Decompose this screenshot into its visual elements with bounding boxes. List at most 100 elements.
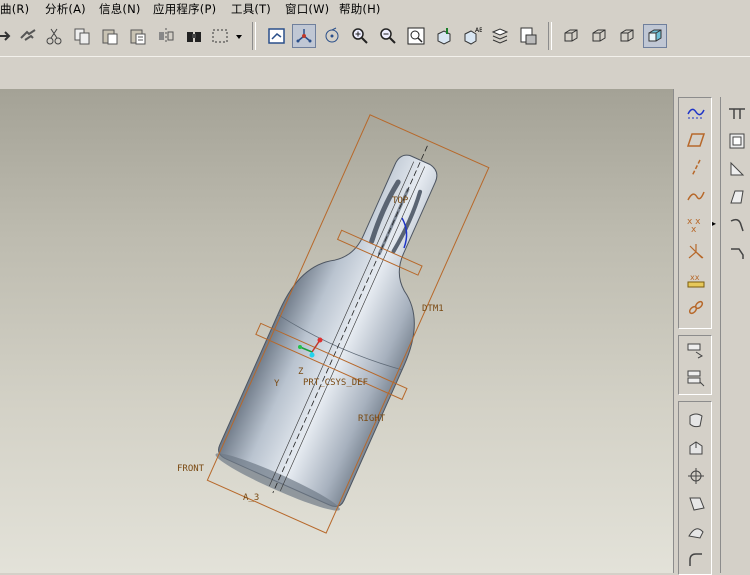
draft-button[interactable] (725, 185, 749, 209)
thicken-button[interactable] (683, 464, 709, 488)
datum-label-top[interactable]: TOP (392, 196, 409, 206)
chain-icon (688, 300, 704, 315)
saved-views-button[interactable]: AB (460, 24, 484, 48)
menu-help[interactable]: 帮助(H) (339, 1, 381, 17)
datum-label-right[interactable]: RIGHT (358, 414, 386, 424)
hole-icon (729, 108, 745, 119)
mirror-button[interactable] (154, 24, 178, 48)
side-feature-toolbar (720, 97, 750, 573)
mirror-tool-button[interactable] (683, 338, 709, 362)
regenerate-icon (20, 29, 36, 41)
solidify-button[interactable] (683, 492, 709, 516)
no-hidden-button[interactable] (615, 24, 639, 48)
flyout-arrow[interactable]: ▸ (712, 219, 716, 228)
paste-special-icon (130, 29, 146, 45)
svg-text:x: x (691, 225, 697, 234)
regenerate-button[interactable] (16, 24, 40, 48)
round-edge-button[interactable] (725, 213, 749, 237)
selection-box-button[interactable] (208, 24, 232, 48)
model-view[interactable]: TOP DTM1 PRT_CSYS_DEF RIGHT FRONT A_3 Y … (0, 89, 673, 573)
orient-mode-icon (325, 27, 339, 43)
offset-button[interactable] (683, 436, 709, 460)
svg-text:xx: xx (690, 273, 700, 282)
menu-tools[interactable]: 工具(T) (231, 1, 271, 17)
spin-center-icon (296, 29, 312, 43)
menu-analysis[interactable]: 分析(A) (45, 1, 86, 17)
find-button[interactable] (182, 24, 206, 48)
feature-toolbar: x xx xx ▸ (673, 89, 750, 575)
toolbar-separator (548, 22, 552, 50)
feature-ops-toolbar (678, 401, 712, 575)
sketch-tool-button[interactable] (683, 100, 709, 124)
trim-icon (689, 413, 703, 428)
repaint-button[interactable] (265, 24, 289, 48)
warp-icon (688, 528, 704, 539)
chevron-down-icon (236, 35, 242, 39)
chamfer-button[interactable] (725, 241, 749, 265)
analysis-feature-icon: xx (687, 273, 705, 288)
round-button[interactable] (683, 548, 709, 572)
main-toolbar: AB (0, 18, 750, 57)
reorient-button[interactable] (432, 24, 456, 48)
copy-button[interactable] (70, 24, 94, 48)
datum-point-icon: x xx (687, 217, 701, 234)
datum-plane-icon (686, 133, 706, 147)
graphics-window[interactable]: TOP DTM1 PRT_CSYS_DEF RIGHT FRONT A_3 Y … (0, 89, 673, 573)
chain-button[interactable] (683, 296, 709, 320)
paste-special-button[interactable] (126, 24, 150, 48)
paste-button[interactable] (98, 24, 122, 48)
zoom-out-icon (380, 28, 396, 44)
layers-icon (491, 28, 509, 44)
hole-button[interactable] (725, 101, 749, 125)
orient-mode-button[interactable] (320, 24, 344, 48)
menu-applications[interactable]: 应用程序(P) (153, 1, 216, 17)
round-icon (689, 553, 702, 566)
view-manager-icon (520, 27, 537, 45)
svg-text:AB: AB (475, 27, 482, 34)
datum-curve-icon (687, 191, 705, 201)
datum-curve-button[interactable] (683, 184, 709, 208)
chamfer-icon (731, 248, 744, 259)
warp-button[interactable] (683, 520, 709, 544)
menu-info[interactable]: 信息(N) (99, 1, 141, 17)
solidify-icon (689, 497, 705, 511)
bottle-model[interactable] (194, 109, 503, 539)
datum-label-csys[interactable]: PRT_CSYS_DEF (303, 378, 368, 388)
cut-button[interactable] (42, 24, 66, 48)
zoom-out-button[interactable] (376, 24, 400, 48)
find-icon (187, 32, 201, 42)
datum-label-front[interactable]: FRONT (177, 464, 205, 474)
rib-button[interactable] (725, 157, 749, 181)
datum-label-dtm1[interactable]: DTM1 (422, 304, 444, 314)
datum-point-button[interactable]: x xx (683, 212, 709, 236)
analysis-feature-button[interactable]: xx (683, 268, 709, 292)
cut-icon (46, 28, 62, 45)
datum-toolbar: x xx xx (678, 97, 712, 329)
reorient-icon (437, 28, 451, 45)
menu-surface[interactable]: 曲(R) (0, 1, 29, 17)
datum-label-axis[interactable]: A_3 (243, 493, 259, 503)
shading-button[interactable] (643, 24, 667, 48)
datum-csys-button[interactable] (683, 240, 709, 264)
layers-button[interactable] (488, 24, 512, 48)
hidden-line-button[interactable] (587, 24, 611, 48)
shell-button[interactable] (725, 129, 749, 153)
view-manager-button[interactable] (516, 24, 540, 48)
datum-csys-icon (688, 244, 704, 259)
merge-tool-button[interactable] (683, 366, 709, 390)
menu-window[interactable]: 窗口(W) (285, 1, 329, 17)
zoom-in-button[interactable] (348, 24, 372, 48)
saved-views-icon: AB (464, 27, 482, 45)
datum-plane-button[interactable] (683, 128, 709, 152)
refit-button[interactable] (404, 24, 428, 48)
spin-center-button[interactable] (292, 24, 316, 48)
edit-toolbar (678, 335, 712, 395)
paste-icon (102, 29, 118, 45)
wireframe-button[interactable] (559, 24, 583, 48)
selection-dropdown[interactable] (232, 24, 246, 48)
datum-axis-button[interactable] (683, 156, 709, 180)
selection-box-icon (212, 29, 228, 43)
trim-button[interactable] (683, 408, 709, 432)
dashboard-strip (0, 57, 750, 90)
draft-icon (730, 190, 744, 204)
